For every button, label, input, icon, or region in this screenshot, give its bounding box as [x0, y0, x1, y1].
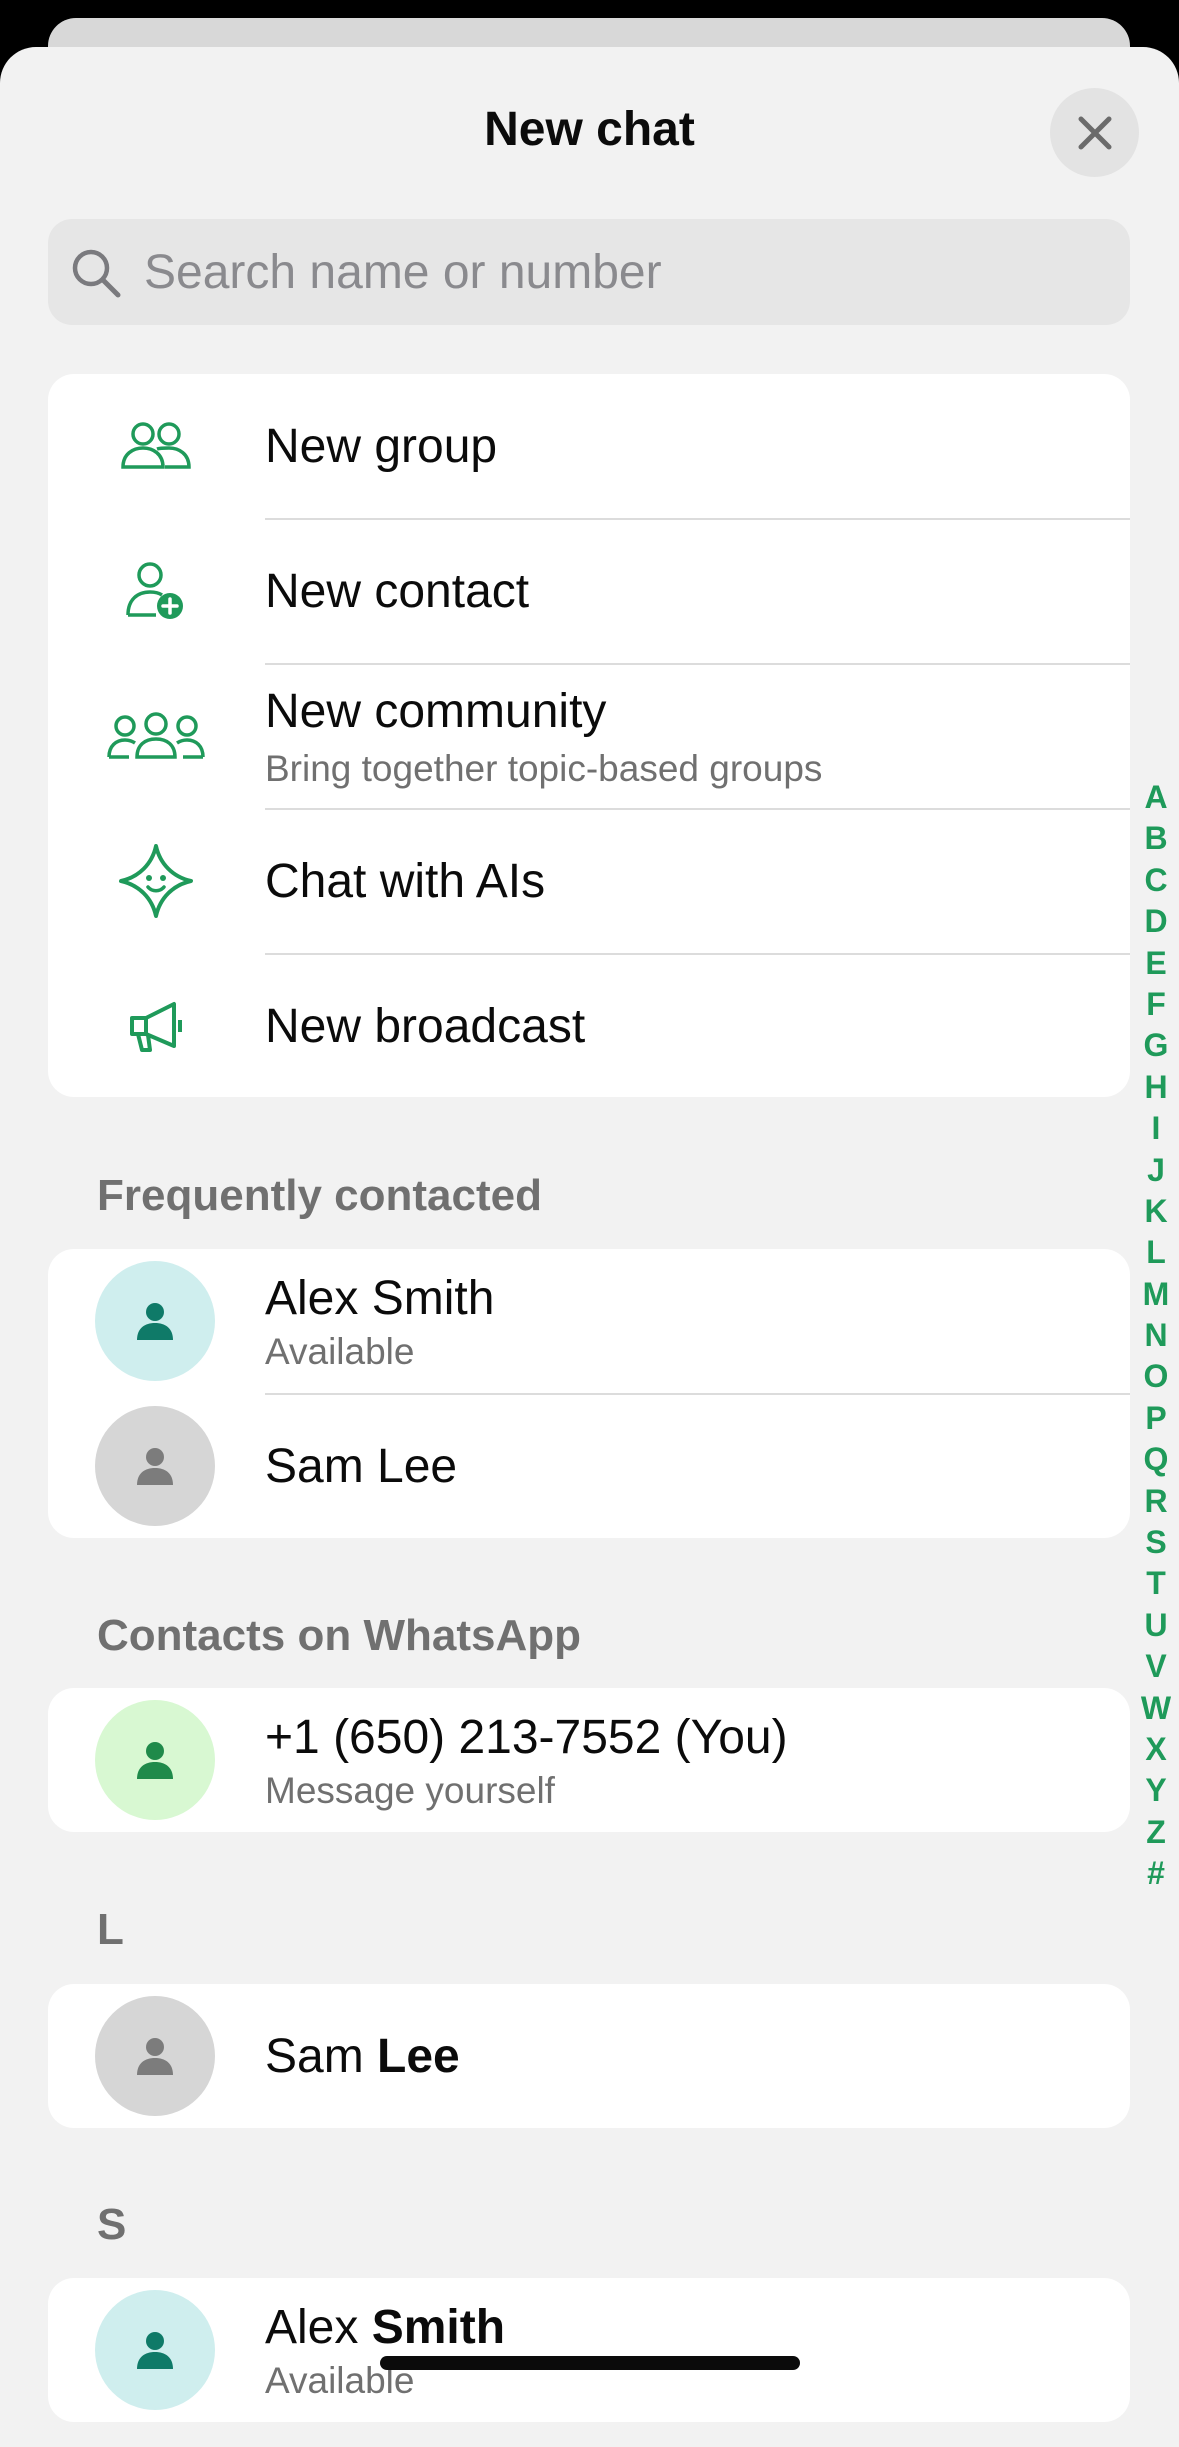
search-input[interactable]: Search name or number: [48, 219, 1130, 325]
contact-last-name: Lee: [377, 2030, 460, 2083]
contact-first-name: Sam: [265, 2030, 378, 2083]
frequently-contacted-heading: Frequently contacted: [97, 1171, 542, 1220]
section-l-card: Sam Lee: [48, 1984, 1130, 2128]
close-button[interactable]: [1050, 88, 1139, 177]
contact-row[interactable]: Alex Smith Available: [48, 1249, 1130, 1393]
new-broadcast-row[interactable]: New broadcast: [48, 954, 1130, 1097]
contact-last-name: Smith: [371, 2301, 506, 2354]
group-icon: [96, 404, 216, 488]
index-letter[interactable]: #: [1147, 1853, 1165, 1894]
index-letter[interactable]: Y: [1145, 1770, 1166, 1811]
new-group-row[interactable]: New group: [48, 374, 1130, 518]
contact-row[interactable]: Sam Lee: [48, 1394, 1130, 1538]
index-letter[interactable]: F: [1146, 984, 1166, 1025]
index-letter[interactable]: S: [1145, 1522, 1166, 1563]
index-letter[interactable]: W: [1141, 1688, 1171, 1729]
section-heading-s: S: [97, 2200, 127, 2249]
person-icon: [137, 1448, 173, 1485]
contact-name: +1 (650) 213-7552 (You): [265, 1711, 788, 1764]
close-icon: [1078, 116, 1111, 149]
index-letter[interactable]: C: [1144, 860, 1167, 901]
contact-first-name: Alex: [265, 2301, 372, 2354]
ai-sparkle-icon: [96, 839, 216, 923]
avatar: [95, 2290, 215, 2410]
index-letter[interactable]: L: [1146, 1232, 1166, 1273]
actions-card: New group New contact New community Brin…: [48, 374, 1130, 1097]
index-letter[interactable]: O: [1144, 1356, 1169, 1397]
contact-name: Sam Lee: [265, 1440, 458, 1493]
new-broadcast-label: New broadcast: [265, 1000, 586, 1053]
community-icon: [96, 694, 216, 778]
home-indicator[interactable]: [380, 2356, 800, 2370]
index-letter[interactable]: J: [1147, 1150, 1165, 1191]
frequent-contacts-card: Alex Smith Available Sam Lee: [48, 1249, 1130, 1538]
index-letter[interactable]: H: [1144, 1067, 1167, 1108]
contact-row[interactable]: +1 (650) 213-7552 (You) Message yourself: [48, 1688, 1130, 1832]
person-icon: [137, 2038, 173, 2075]
index-letter[interactable]: P: [1145, 1398, 1166, 1439]
add-contact-icon: [96, 549, 216, 633]
index-letter[interactable]: E: [1145, 943, 1166, 984]
contact-name: Alex Smith: [265, 1272, 495, 1325]
person-icon: [137, 2332, 173, 2369]
contact-row[interactable]: Alex Smith Available: [48, 2278, 1130, 2422]
chat-with-ais-row[interactable]: Chat with AIs: [48, 809, 1130, 953]
contact-name: Sam Lee: [265, 2029, 460, 2084]
avatar: [95, 1700, 215, 1820]
contact-name: Alex Smith: [265, 2300, 505, 2355]
index-letter[interactable]: G: [1144, 1025, 1169, 1066]
index-letter[interactable]: V: [1145, 1646, 1166, 1687]
search-icon: [72, 249, 121, 298]
avatar: [95, 1406, 215, 1526]
contact-status: Available: [265, 1331, 415, 1372]
index-letter[interactable]: T: [1146, 1563, 1166, 1604]
contact-row[interactable]: Sam Lee: [48, 1984, 1130, 2128]
megaphone-icon: [96, 984, 216, 1068]
index-letter[interactable]: D: [1144, 901, 1167, 942]
index-letter[interactable]: R: [1144, 1481, 1167, 1522]
index-letter[interactable]: Q: [1144, 1439, 1169, 1480]
index-letter[interactable]: A: [1144, 777, 1167, 818]
person-icon: [137, 1742, 173, 1779]
index-letter[interactable]: U: [1144, 1605, 1167, 1646]
new-contact-row[interactable]: New contact: [48, 519, 1130, 663]
contacts-on-whatsapp-heading: Contacts on WhatsApp: [97, 1611, 581, 1660]
new-group-label: New group: [265, 420, 498, 473]
new-community-label: New community: [265, 685, 607, 738]
avatar: [95, 1261, 215, 1381]
whatsapp-contacts-card: +1 (650) 213-7552 (You) Message yourself: [48, 1688, 1130, 1832]
index-letter[interactable]: B: [1144, 818, 1167, 859]
index-letter[interactable]: N: [1144, 1315, 1167, 1356]
chat-with-ais-label: Chat with AIs: [265, 855, 546, 908]
index-letter[interactable]: M: [1143, 1274, 1170, 1315]
index-letter[interactable]: Z: [1146, 1812, 1166, 1853]
new-contact-label: New contact: [265, 565, 530, 618]
index-letter[interactable]: X: [1145, 1729, 1166, 1770]
alphabet-index[interactable]: A B C D E F G H I J K L M N O P Q R S T U V W X Y Z #: [1134, 777, 1178, 1895]
new-community-row[interactable]: New community Bring together topic-based…: [48, 664, 1130, 808]
contact-status: Message yourself: [265, 1770, 555, 1811]
index-letter[interactable]: K: [1144, 1191, 1167, 1232]
avatar: [95, 1996, 215, 2116]
section-s-card: Alex Smith Available: [48, 2278, 1130, 2422]
new-chat-sheet: New chat Search name or number New group…: [0, 47, 1179, 2447]
search-placeholder: Search name or number: [144, 246, 662, 299]
page-title: New chat: [484, 103, 695, 156]
person-icon: [137, 1303, 173, 1340]
new-community-subtitle: Bring together topic-based groups: [265, 748, 823, 789]
section-heading-l: L: [97, 1905, 124, 1954]
index-letter[interactable]: I: [1152, 1108, 1161, 1149]
